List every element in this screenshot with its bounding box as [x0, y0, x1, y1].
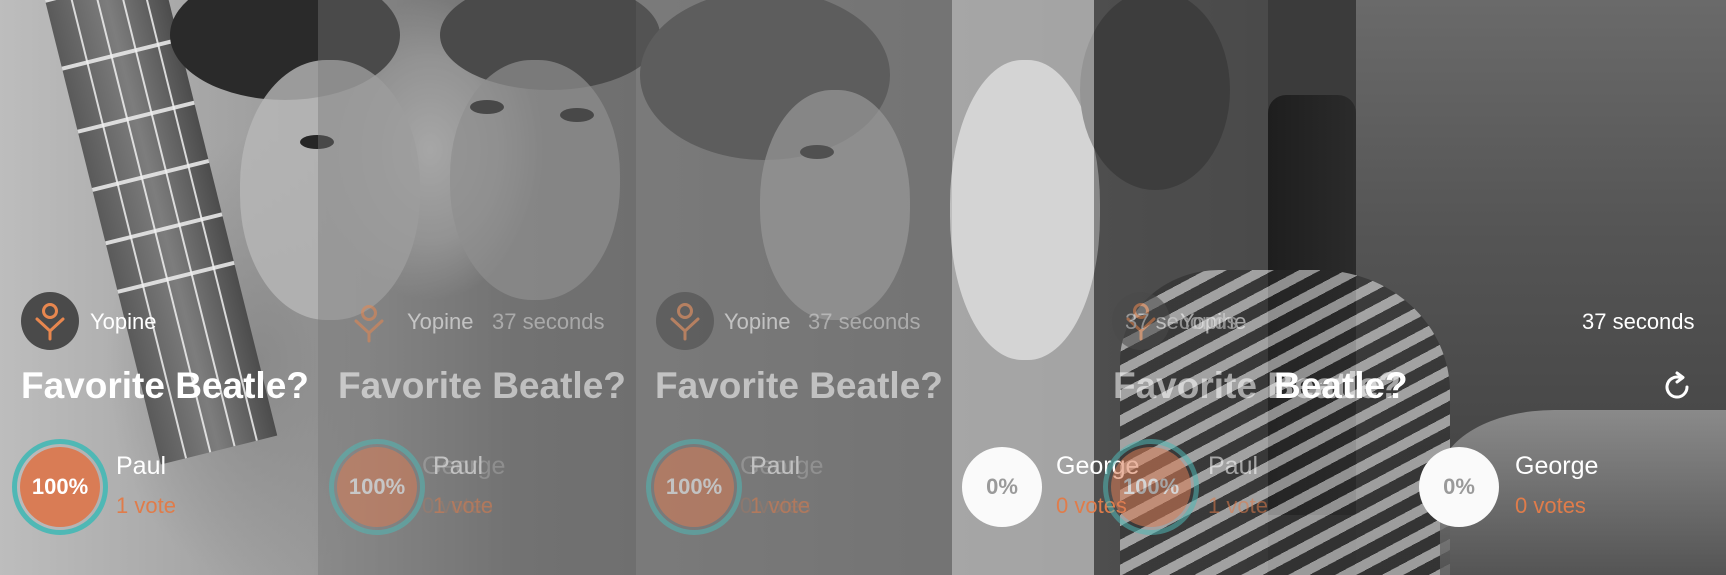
option-percent-paul[interactable]: 100% [337, 447, 417, 527]
author-avatar[interactable] [656, 292, 714, 350]
option-votes-george: 0 votes [422, 493, 493, 518]
option-votes-george: 0 votes [1515, 493, 1586, 518]
option-percent-george[interactable]: 0% [962, 447, 1042, 527]
yopine-logo-icon [35, 303, 65, 341]
author-name[interactable]: Yopine [90, 309, 156, 335]
option-votes-george: 0 votes [740, 493, 811, 518]
elapsed-time: 37 seconds [492, 309, 605, 334]
poll-question: Favorite Beatle? [655, 365, 943, 406]
yopine-logo-icon [670, 303, 700, 341]
elapsed-time: 37 seconds [808, 309, 921, 334]
option-percent-paul[interactable]: 100% [654, 447, 734, 527]
option-name-paul[interactable]: Paul [1208, 452, 1258, 481]
option-name-paul[interactable]: Paul [116, 452, 166, 481]
poll-question-partial: Beatle? [1274, 365, 1408, 406]
yopine-logo-icon [354, 305, 384, 343]
option-percent-george[interactable]: 0% [1419, 447, 1499, 527]
option-name-george[interactable]: George [422, 452, 505, 481]
author-name[interactable]: Yopine [724, 309, 790, 335]
option-percent-paul[interactable]: 100% [1111, 447, 1191, 527]
author-avatar[interactable] [21, 292, 79, 350]
option-percent-paul[interactable]: 100% [20, 447, 100, 527]
option-votes-paul: 1 vote [116, 493, 176, 518]
option-name-george[interactable]: George [1515, 452, 1598, 481]
poll-question: Favorite Beatle? [338, 365, 626, 406]
poll-question: Favorite Beatle? [21, 365, 309, 406]
elapsed-time: 37 seconds [1582, 309, 1695, 334]
elapsed-time: 37 seconds [1125, 309, 1238, 334]
option-name-george[interactable]: George [740, 452, 823, 481]
refresh-icon[interactable] [1660, 370, 1694, 404]
author-name[interactable]: Yopine [407, 309, 473, 335]
option-votes-paul: 1 vote [1208, 493, 1268, 518]
